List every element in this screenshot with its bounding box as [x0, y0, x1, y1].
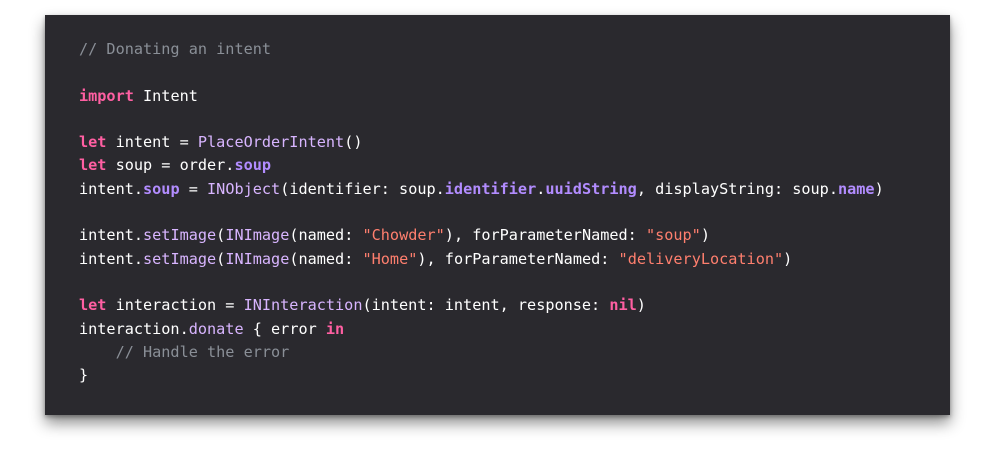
code-token-plain: intent. — [79, 179, 144, 198]
code-token-plain: ) — [636, 296, 646, 315]
code-token-plain: interaction. — [79, 319, 189, 338]
code-line: ​ — [79, 271, 884, 294]
code-token-plain: ), forParameterNamed: — [444, 226, 646, 245]
code-token-string: "Home" — [362, 249, 418, 268]
code-line: let intent = PlaceOrderIntent() — [79, 131, 884, 154]
code-token-member: name — [837, 179, 875, 198]
code-token-keyword: import — [79, 86, 134, 105]
code-token-plain: ( — [216, 249, 226, 268]
code-token-plain: . — [536, 179, 546, 198]
code-token-type: setImage — [143, 226, 217, 245]
code-token-member: soup — [234, 156, 272, 175]
code-line: import Intent — [79, 85, 884, 108]
code-token-type: INInteraction — [243, 296, 363, 315]
code-token-keyword: let — [79, 156, 107, 175]
code-token-plain: intent. — [79, 249, 144, 268]
code-line: // Handle the error — [79, 341, 884, 364]
code-line: let interaction = INInteraction(intent: … — [79, 294, 884, 317]
code-token-member: uuidString — [545, 179, 637, 198]
code-line: interaction.donate { error in — [79, 318, 884, 341]
code-token-plain: { error — [243, 319, 326, 338]
code-line: let soup = order.soup — [79, 154, 884, 177]
code-line: intent.setImage(INImage(named: "Home"), … — [79, 248, 884, 271]
code-token-comment: // Handle the error — [79, 342, 290, 361]
code-token-keyword: let — [79, 133, 107, 152]
code-line: intent.soup = INObject(identifier: soup.… — [79, 178, 884, 201]
code-token-keyword: nil — [609, 296, 637, 315]
code-token-type: INObject — [207, 179, 281, 198]
code-token-plain: (identifier: soup. — [280, 179, 445, 198]
code-token-plain: ( — [216, 226, 226, 245]
code-token-member: identifier — [444, 179, 537, 198]
code-token-keyword: let — [79, 296, 107, 315]
code-line: } — [79, 364, 884, 387]
code-line: // Donating an intent — [79, 38, 884, 61]
code-token-plain: } — [79, 366, 89, 385]
code-token-plain: (intent: intent, response: — [362, 296, 610, 315]
code-token-string: "Chowder" — [362, 226, 445, 245]
code-token-plain: intent. — [79, 226, 144, 245]
code-token-plain: , displayString: soup. — [636, 179, 838, 198]
code-token-plain: ), forParameterNamed: — [417, 249, 619, 268]
code-token-string: "soup" — [645, 226, 701, 245]
code-token-plain: ) — [700, 226, 710, 245]
code-token-comment: // Donating an intent — [79, 40, 272, 58]
code-token-plain: (named: — [289, 249, 363, 268]
code-token-plain: ) — [874, 179, 884, 198]
code-token-plain: (named: — [289, 226, 363, 245]
code-token-type: PlaceOrderIntent — [197, 133, 345, 152]
code-token-type: INImage — [225, 249, 290, 268]
code-token-plain: interaction = — [106, 296, 244, 315]
code-token-string: "deliveryLocation" — [618, 249, 784, 268]
code-token-plain: soup = order. — [106, 156, 235, 175]
code-token-type: donate — [188, 319, 244, 338]
code-token-type: INImage — [225, 226, 290, 245]
code-token-type: setImage — [143, 249, 217, 268]
code-line: intent.setImage(INImage(named: "Chowder"… — [79, 224, 884, 247]
code-snippet-panel: // Donating an intent​import Intent​let … — [45, 15, 950, 415]
code-line: ​ — [79, 201, 884, 224]
code-token-plain: = — [179, 179, 208, 198]
code-token-plain: Intent — [133, 86, 198, 105]
code-token-plain: () — [344, 133, 363, 152]
code-block: // Donating an intent​import Intent​let … — [79, 38, 884, 387]
code-line: ​ — [79, 108, 884, 131]
code-token-plain: ) — [783, 249, 793, 268]
code-token-keyword: in — [325, 319, 345, 338]
code-token-member: soup — [143, 179, 180, 198]
code-line: ​ — [79, 61, 884, 84]
code-token-plain: intent = — [106, 133, 198, 152]
